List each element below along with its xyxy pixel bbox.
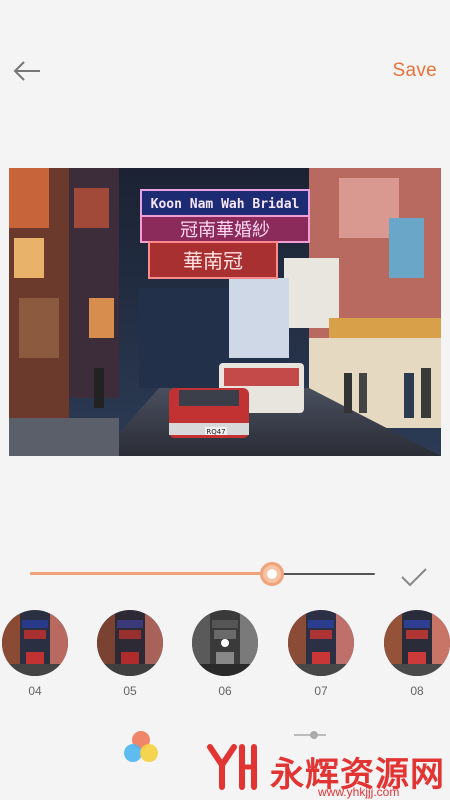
sign-chinese-2: 華南冠 xyxy=(183,249,243,273)
photo-preview: Koon Nam Wah Bridal 冠南華婚紗 華南冠 RQ47 xyxy=(9,168,441,456)
filter-label: 06 xyxy=(218,684,232,698)
filter-thumbnail xyxy=(288,610,354,676)
filter-item[interactable]: 04 xyxy=(2,610,68,698)
checkmark-icon xyxy=(401,568,427,587)
sign-chinese-1: 冠南華婚紗 xyxy=(180,220,270,241)
taxi-plate: RQ47 xyxy=(206,428,225,436)
filter-label: 05 xyxy=(123,684,137,698)
back-button[interactable] xyxy=(10,56,44,86)
filter-item[interactable]: 07 xyxy=(288,610,354,698)
save-button[interactable]: Save xyxy=(392,60,437,82)
street-photo: Koon Nam Wah Bridal 冠南華婚紗 華南冠 RQ47 xyxy=(9,168,441,456)
watermark-url: www.yhkjjj.com xyxy=(318,785,400,799)
color-palette-icon xyxy=(124,731,158,762)
filter-label: 08 xyxy=(410,684,424,698)
slider-thumb[interactable] xyxy=(259,562,284,586)
filter-label: 07 xyxy=(314,684,328,698)
filter-item[interactable]: 06 xyxy=(192,610,258,698)
filter-label: 04 xyxy=(28,684,42,698)
filter-item[interactable]: 05 xyxy=(97,610,163,698)
sign-english: Koon Nam Wah Bridal xyxy=(151,197,300,212)
filter-item[interactable]: 08 xyxy=(384,610,450,698)
watermark: 永辉资源网 www.yhkjjj.com xyxy=(200,737,450,799)
arrow-left-icon xyxy=(13,61,40,81)
filter-strip: 04 05 06 07 08 xyxy=(0,610,450,705)
filter-thumbnail xyxy=(192,610,258,676)
palette-button[interactable] xyxy=(120,726,162,768)
filter-thumbnail xyxy=(97,610,163,676)
watermark-logo xyxy=(207,744,257,790)
bottom-toolbar: 永辉资源网 www.yhkjjj.com xyxy=(0,720,450,800)
slider-fill xyxy=(30,572,272,575)
top-bar: Save xyxy=(0,0,450,140)
intensity-slider[interactable] xyxy=(30,562,375,586)
filter-thumbnail xyxy=(2,610,68,676)
filter-thumbnail xyxy=(384,610,450,676)
confirm-button[interactable] xyxy=(399,566,429,588)
